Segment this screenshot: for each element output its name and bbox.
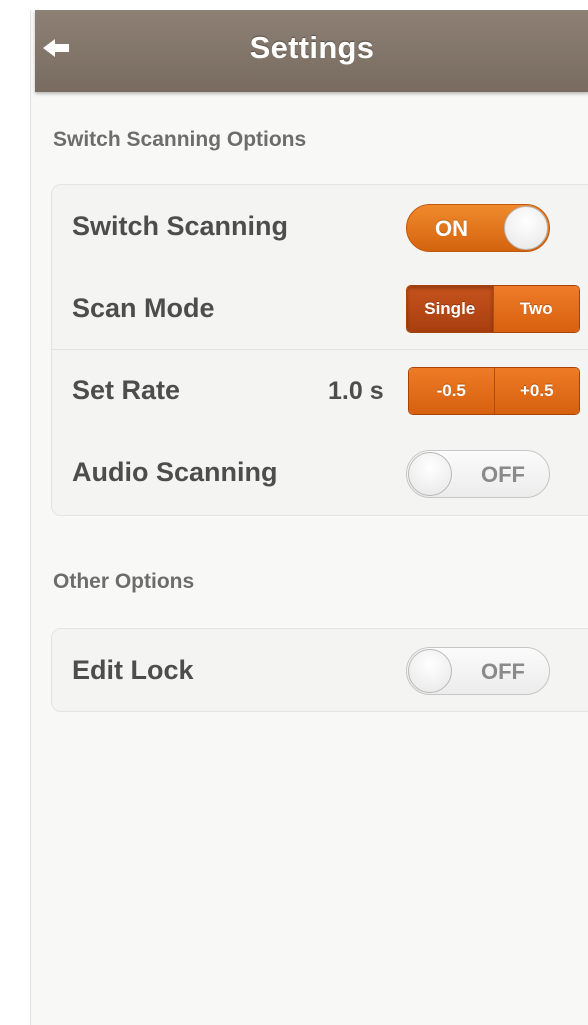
scan-mode-label: Scan Mode <box>72 293 215 323</box>
audio-scanning-label: Audio Scanning <box>72 457 278 487</box>
section-header-other-options: Other Options <box>53 570 195 593</box>
switch-scanning-label: Switch Scanning <box>72 211 289 241</box>
set-rate-label: Set Rate <box>72 375 181 405</box>
rate-increase-button[interactable]: +0.5 <box>493 368 579 414</box>
rate-stepper: -0.5 +0.5 <box>408 367 580 415</box>
edit-lock-toggle[interactable]: OFF <box>406 647 550 695</box>
settings-screen: Settings Switch Scanning Options Switch … <box>30 10 588 1025</box>
other-options-group: Edit Lock OFF <box>51 628 588 712</box>
toggle-knob <box>408 452 452 496</box>
scan-mode-two-option[interactable]: Two <box>492 286 579 332</box>
toggle-state-label: OFF <box>481 462 525 487</box>
edit-lock-label: Edit Lock <box>72 655 194 685</box>
row-edit-lock: Edit Lock OFF <box>52 629 588 711</box>
row-switch-scanning: Switch Scanning ON <box>52 185 588 267</box>
audio-scanning-toggle[interactable]: OFF <box>406 450 550 498</box>
section-header-switch-scanning: Switch Scanning Options <box>53 128 307 151</box>
toggle-state-label: OFF <box>481 659 525 684</box>
row-scan-mode: Scan Mode Single Two <box>52 267 588 349</box>
toggle-knob <box>408 649 452 693</box>
switch-scanning-group: Switch Scanning ON Scan Mode Single Two … <box>51 184 588 516</box>
toggle-knob <box>504 206 548 250</box>
switch-scanning-toggle[interactable]: ON <box>406 204 550 252</box>
row-set-rate: Set Rate 1.0 s -0.5 +0.5 <box>52 349 588 431</box>
row-audio-scanning: Audio Scanning OFF <box>52 431 588 513</box>
scan-mode-single-option[interactable]: Single <box>407 286 493 332</box>
page-title: Settings <box>249 30 375 65</box>
navigation-bar: Settings <box>35 10 588 92</box>
rate-value: 1.0 s <box>328 377 384 405</box>
rate-decrease-button[interactable]: -0.5 <box>409 368 494 414</box>
toggle-state-label: ON <box>435 216 468 241</box>
scan-mode-segmented-control: Single Two <box>406 285 580 333</box>
row-divider <box>52 349 588 350</box>
